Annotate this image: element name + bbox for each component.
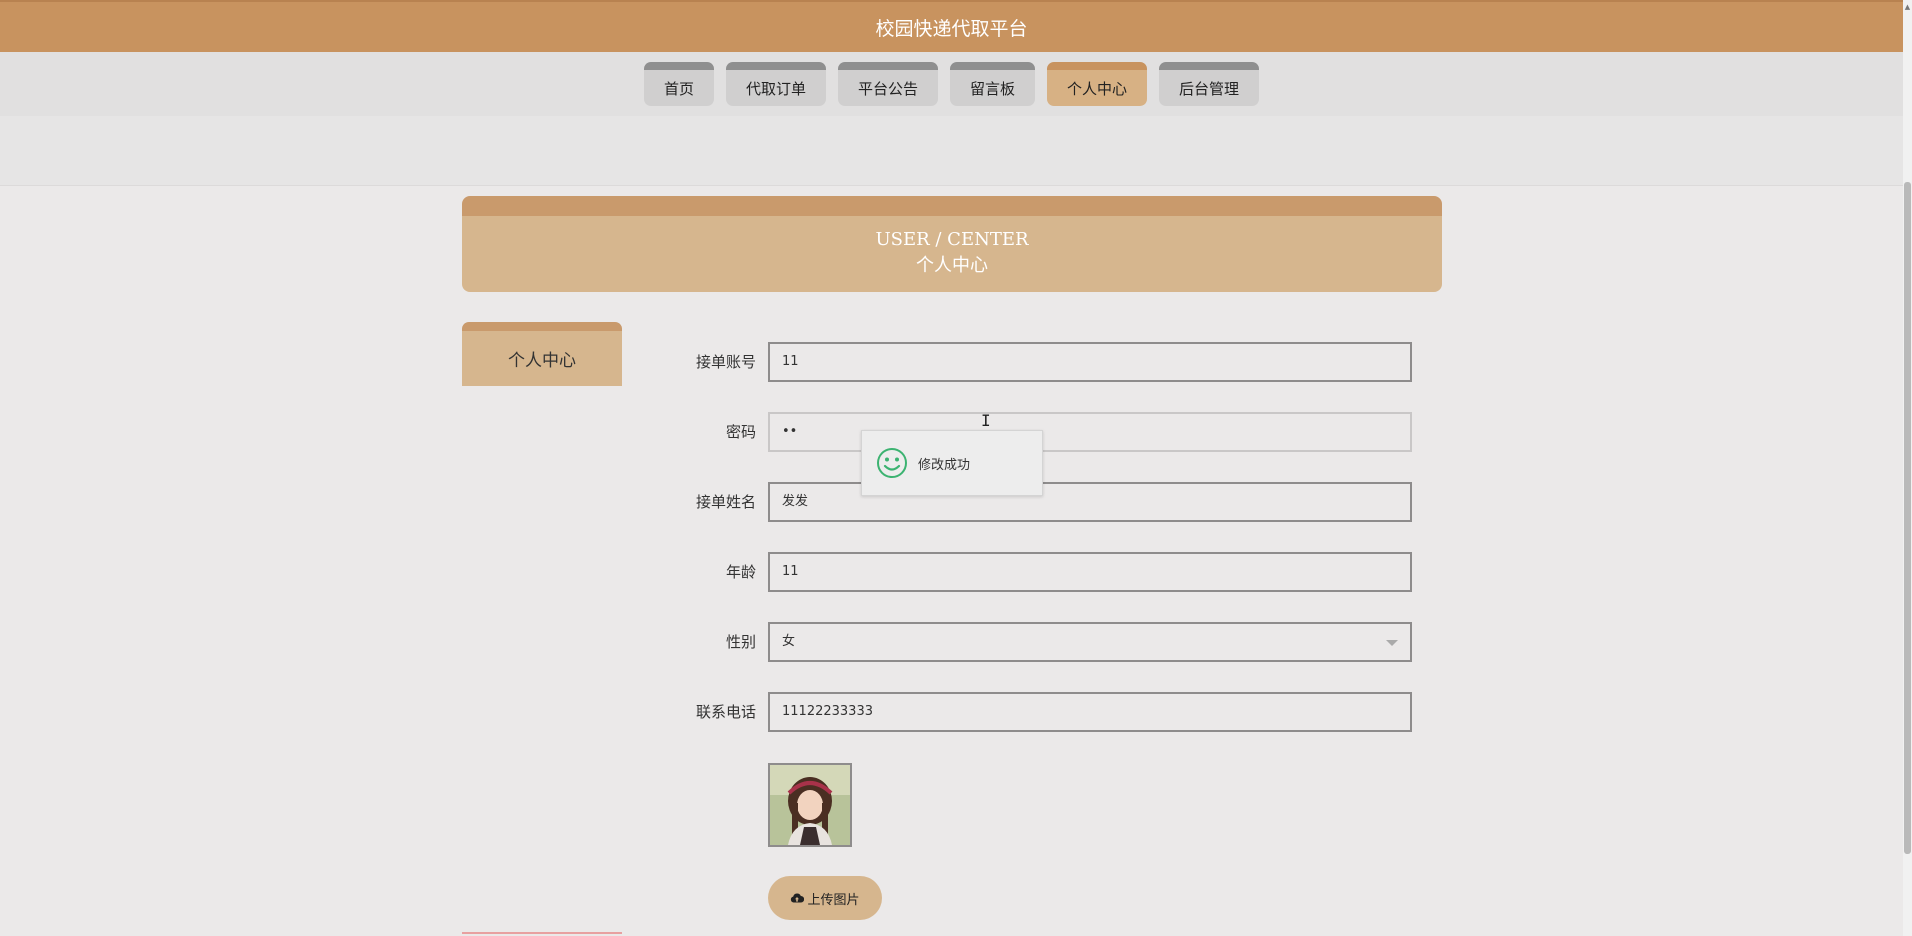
site-header: 校园快递代取平台 (0, 0, 1903, 52)
nav-item-admin[interactable]: 后台管理 (1159, 62, 1260, 106)
nav-item-message-board[interactable]: 留言板 (950, 62, 1036, 106)
page-banner: USER / CENTER 个人中心 (462, 196, 1442, 292)
sidebar-item-user-center[interactable]: 个人中心 (462, 322, 622, 386)
banner-title-cn: 个人中心 (916, 255, 988, 276)
phone-input[interactable]: 11122233333 (768, 692, 1412, 732)
text-cursor-icon: I (981, 411, 991, 430)
account-input[interactable]: 11 (768, 342, 1412, 382)
age-input[interactable]: 11 (768, 552, 1412, 592)
banner-title-en: USER / CENTER (875, 229, 1029, 250)
phone-label: 联系电话 (695, 703, 756, 721)
avatar-portrait-icon (770, 765, 850, 845)
age-row: 年龄 11 (660, 552, 1412, 592)
gender-select-value: 女 (782, 634, 796, 649)
main-nav: 首页 代取订单 平台公告 留言板 个人中心 后台管理 (0, 62, 1903, 106)
sub-band (0, 116, 1903, 186)
site-title: 校园快递代取平台 (875, 17, 1028, 40)
sidebar-item-label: 个人中心 (508, 351, 576, 371)
nav-item-home[interactable]: 首页 (643, 62, 714, 106)
account-row: 接单账号 11 (660, 342, 1412, 382)
nav-item-orders[interactable]: 代取订单 (725, 62, 826, 106)
sidebar-divider (462, 932, 622, 934)
gender-row: 性别 女 (660, 622, 1412, 662)
gender-label: 性别 (725, 633, 756, 651)
nav-item-user-center[interactable]: 个人中心 (1047, 62, 1148, 106)
phone-row: 联系电话 11122233333 (660, 692, 1412, 732)
success-toast: 修改成功 (861, 430, 1043, 496)
account-label: 接单账号 (695, 353, 756, 371)
cloud-upload-icon (791, 893, 805, 903)
scrollbar-thumb[interactable] (1904, 182, 1911, 854)
avatar-image (768, 763, 852, 847)
toast-message: 修改成功 (918, 457, 971, 473)
scroll-up-icon[interactable]: ▲ (1903, 2, 1912, 11)
upload-image-button[interactable]: 上传图片 (768, 876, 882, 920)
chevron-down-icon (1386, 640, 1398, 646)
password-label: 密码 (725, 423, 756, 441)
upload-button-label: 上传图片 (807, 892, 860, 908)
smiley-icon (877, 448, 907, 478)
gender-select[interactable]: 女 (768, 622, 1412, 662)
page-scrollbar[interactable]: ▲ (1903, 0, 1912, 936)
name-label: 接单姓名 (695, 493, 756, 511)
age-label: 年龄 (725, 563, 756, 581)
nav-item-announcements[interactable]: 平台公告 (837, 62, 938, 106)
